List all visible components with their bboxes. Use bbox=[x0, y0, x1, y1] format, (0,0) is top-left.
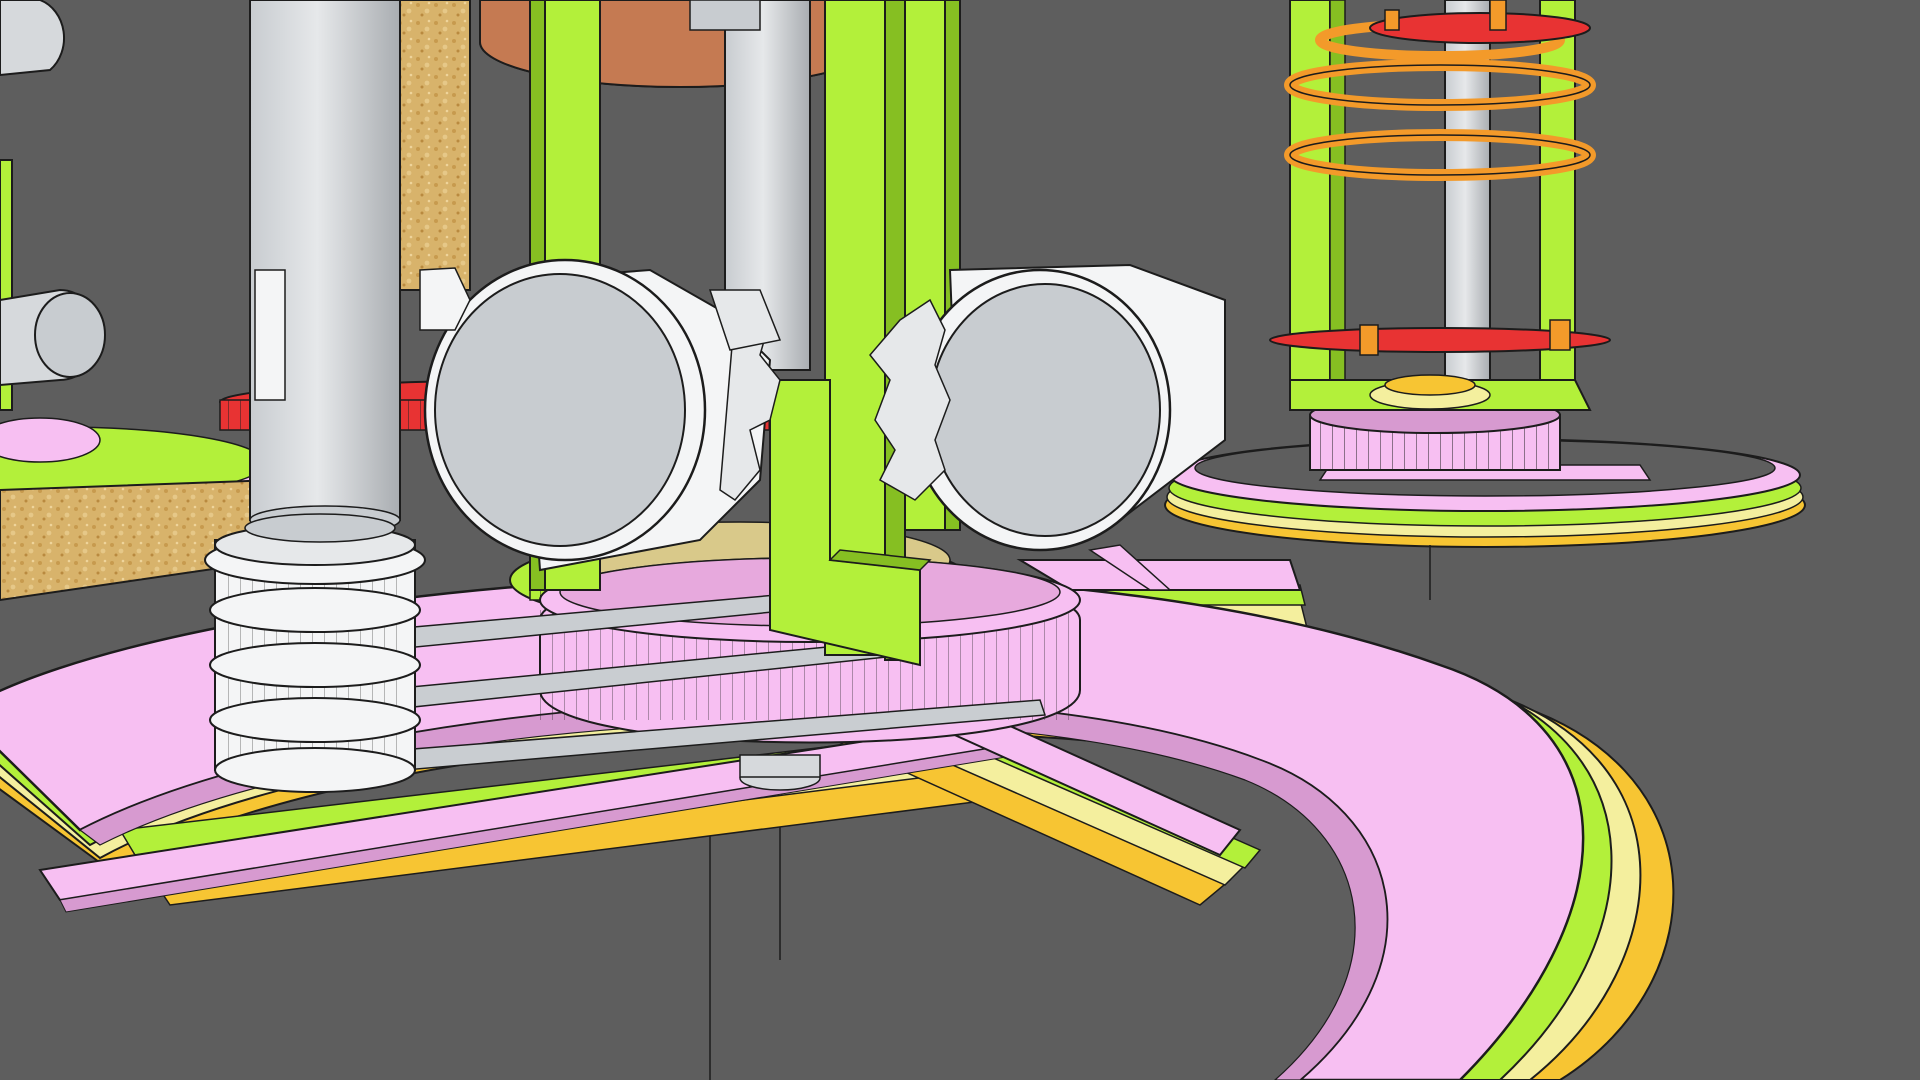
3d-render-viewport bbox=[0, 0, 1920, 1080]
mechanism-scene bbox=[0, 0, 1920, 1080]
pulley-stack bbox=[204, 513, 426, 793]
